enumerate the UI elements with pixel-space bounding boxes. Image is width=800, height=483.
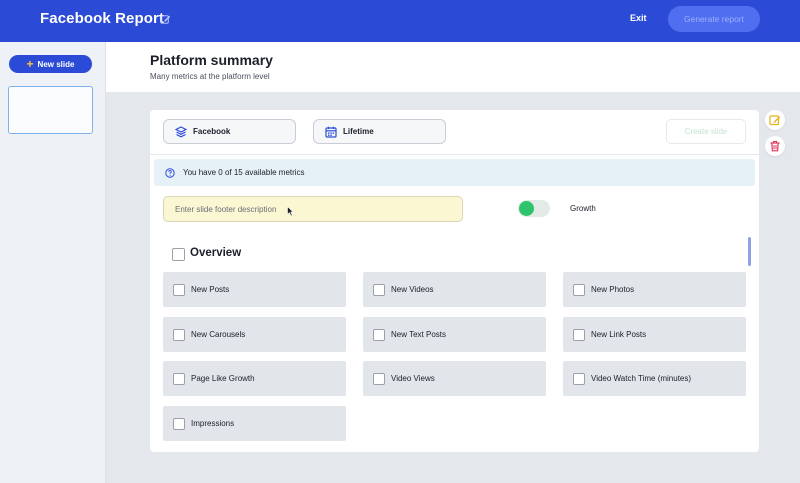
layers-icon <box>175 125 187 137</box>
section-title: Overview <box>190 247 242 259</box>
sidebar: + New slide <box>0 42 106 483</box>
metric-item[interactable]: Video Watch Time (minutes) <box>563 361 746 396</box>
metric-label: Page Like Growth <box>191 374 255 383</box>
overview-select-all-checkbox[interactable] <box>172 248 185 261</box>
toggle-knob <box>519 201 534 216</box>
metric-label: New Videos <box>391 285 434 294</box>
question-circle-icon <box>165 167 175 178</box>
edit-slide-button[interactable] <box>765 110 785 130</box>
metric-item[interactable]: Page Like Growth <box>163 361 346 396</box>
period-selector[interactable]: Lifetime <box>313 119 446 144</box>
metric-item[interactable]: Impressions <box>163 406 346 441</box>
metric-checkbox[interactable] <box>373 328 385 341</box>
app-title: Facebook Report <box>40 10 165 27</box>
page-header: Platform summary Many metrics at the pla… <box>106 42 800 92</box>
generate-report-button[interactable]: Generate report <box>668 6 760 32</box>
new-slide-button[interactable]: + New slide <box>9 55 92 73</box>
metric-label: Impressions <box>191 419 235 428</box>
exit-button[interactable]: Exit <box>630 13 647 23</box>
create-slide-button[interactable]: Create slide <box>666 119 746 144</box>
metric-label: New Text Posts <box>391 330 446 339</box>
period-label: Lifetime <box>343 127 374 136</box>
edit-icon <box>769 115 781 126</box>
metrics-info-text: You have 0 of 15 available metrics <box>183 168 305 177</box>
top-bar: Facebook Report Exit Generate report <box>0 0 800 42</box>
metric-label: New Posts <box>191 285 230 294</box>
metric-item[interactable]: New Link Posts <box>563 317 746 352</box>
trash-icon <box>770 140 780 152</box>
plus-icon: + <box>26 56 34 71</box>
metric-item[interactable]: New Photos <box>563 272 746 307</box>
slide-editor-card: Facebook Lifetime Create slide You have … <box>150 110 759 452</box>
scrollbar[interactable] <box>748 237 751 266</box>
slide-footer-input[interactable] <box>163 196 463 222</box>
metric-checkbox[interactable] <box>373 372 385 385</box>
metric-item[interactable]: New Text Posts <box>363 317 546 352</box>
metric-label: Video Watch Time (minutes) <box>591 374 692 383</box>
calendar-icon <box>325 126 337 138</box>
metric-label: New Link Posts <box>591 330 647 339</box>
metric-checkbox[interactable] <box>173 283 185 296</box>
metric-item[interactable]: New Posts <box>163 272 346 307</box>
metric-checkbox[interactable] <box>173 372 185 385</box>
slide-thumbnail[interactable] <box>8 86 93 134</box>
metric-checkbox[interactable] <box>373 283 385 296</box>
metric-label: Video Views <box>391 374 435 383</box>
metric-item[interactable]: Video Views <box>363 361 546 396</box>
metric-item[interactable]: New Videos <box>363 272 546 307</box>
metric-checkbox[interactable] <box>573 372 585 385</box>
platform-label: Facebook <box>193 127 231 136</box>
divider <box>150 154 759 155</box>
metric-checkbox[interactable] <box>173 417 185 430</box>
page-title: Platform summary <box>150 52 273 68</box>
growth-toggle[interactable] <box>518 200 550 217</box>
delete-slide-button[interactable] <box>765 136 785 156</box>
metric-label: New Carousels <box>191 330 246 339</box>
metrics-info-bar: You have 0 of 15 available metrics <box>154 159 755 186</box>
edit-icon[interactable] <box>160 14 171 25</box>
metric-checkbox[interactable] <box>573 328 585 341</box>
new-slide-label: New slide <box>37 59 75 69</box>
metric-checkbox[interactable] <box>573 283 585 296</box>
platform-selector[interactable]: Facebook <box>163 119 296 144</box>
metric-checkbox[interactable] <box>173 328 185 341</box>
mouse-cursor-icon <box>287 206 294 217</box>
growth-label: Growth <box>570 204 596 213</box>
metric-item[interactable]: New Carousels <box>163 317 346 352</box>
metric-label: New Photos <box>591 285 635 294</box>
page-subtitle: Many metrics at the platform level <box>150 72 270 81</box>
